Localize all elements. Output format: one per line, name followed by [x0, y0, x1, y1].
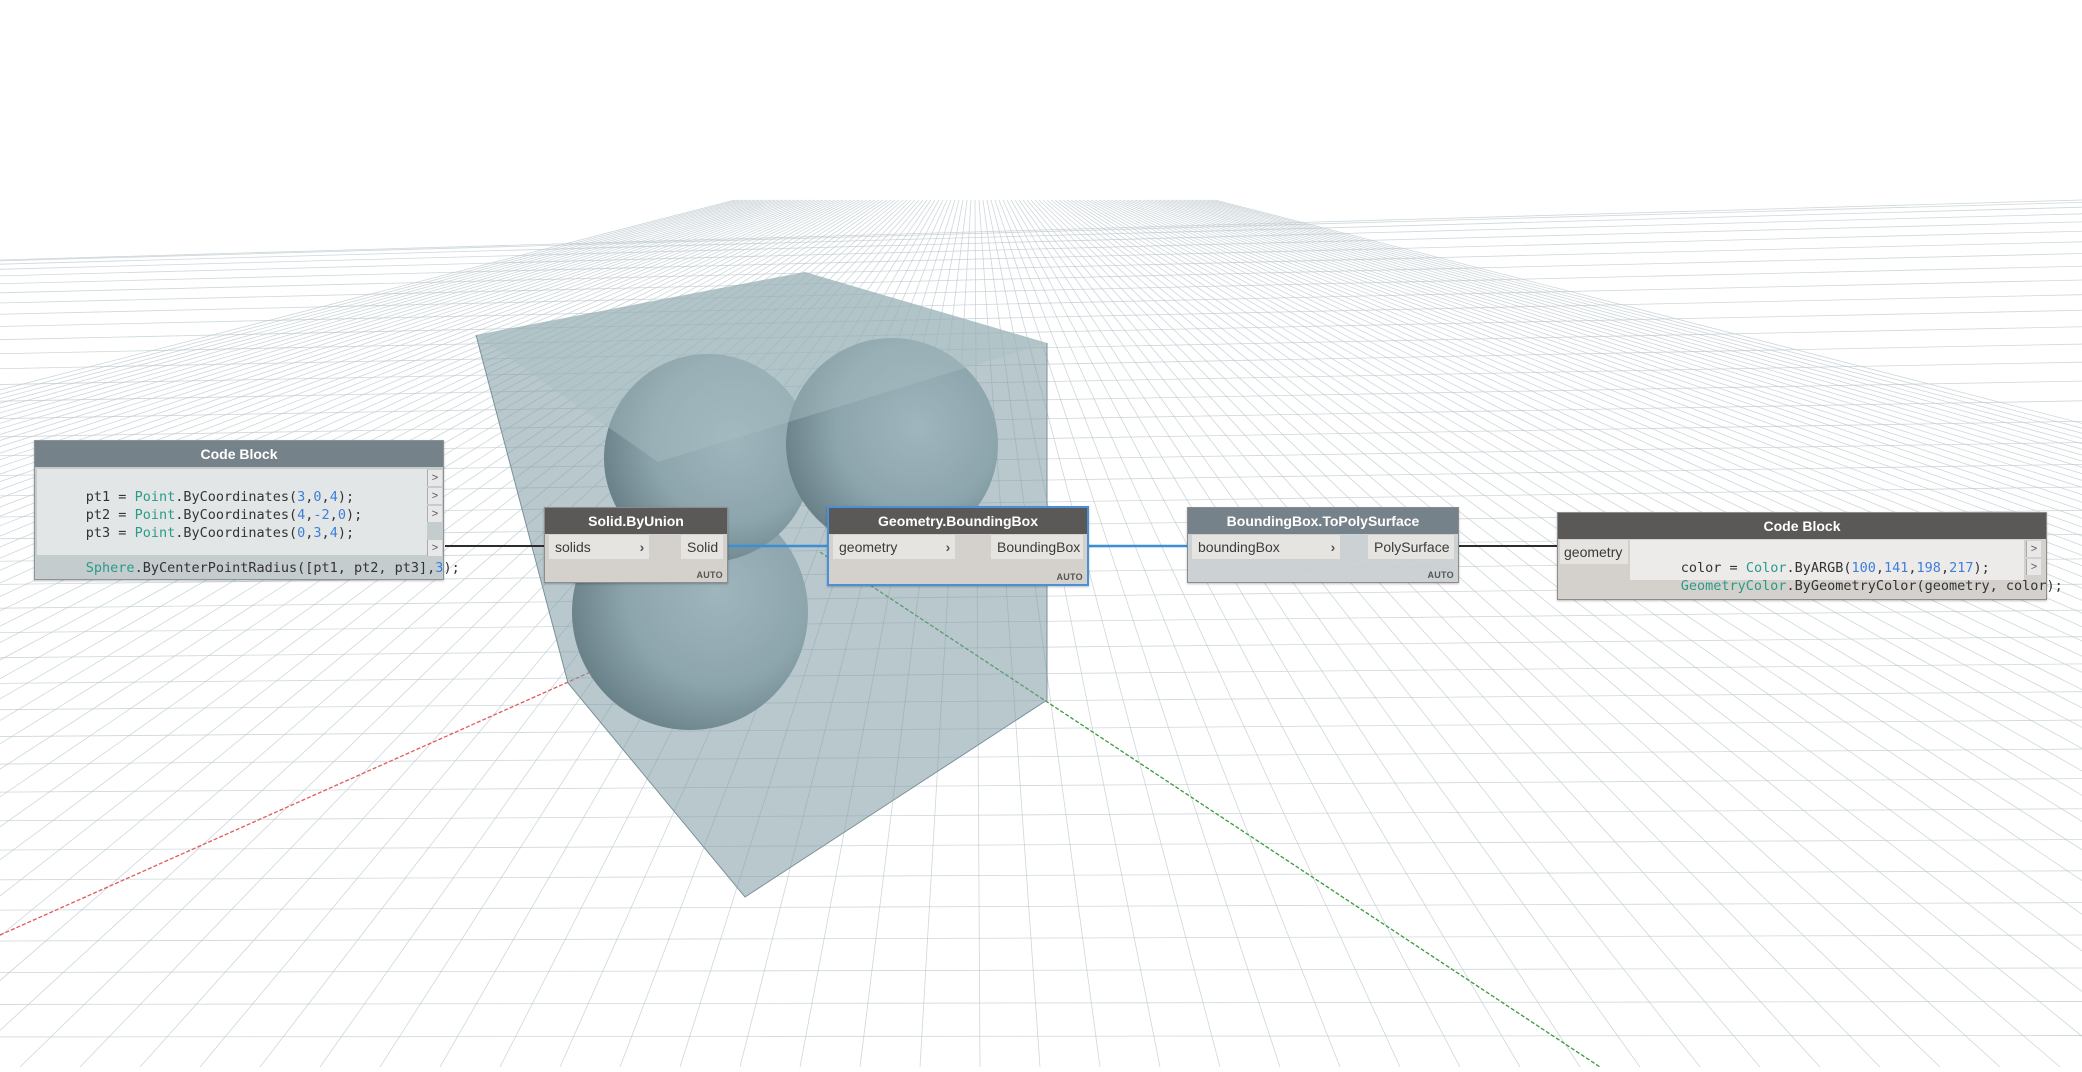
code-class: Sphere — [85, 560, 135, 576]
grid-line — [0, 230, 2082, 285]
code-num: 0 — [297, 525, 306, 541]
code-text: ); — [337, 525, 355, 541]
code-text: pt3 = — [85, 525, 135, 541]
chevron-right-icon: › — [945, 539, 951, 555]
chevron-right-icon: › — [1330, 539, 1336, 555]
grid-line — [0, 1001, 2082, 1005]
grid-line — [0, 967, 2082, 973]
lacing-label[interactable]: AUTO — [1056, 572, 1083, 582]
bbox-to-polysurface-node[interactable]: BoundingBox.ToPolySurface boundingBox › … — [1187, 507, 1459, 583]
output-arrow-icon[interactable]: > — [427, 488, 442, 504]
input-port-geometry[interactable]: geometry › — [833, 535, 955, 559]
grid-line — [1126, 199, 2082, 589]
input-port-solids[interactable]: solids › — [549, 535, 649, 559]
code-num: 4 — [329, 525, 338, 541]
port-label: boundingBox — [1198, 539, 1280, 555]
node-title[interactable]: Code Block — [1558, 513, 2046, 539]
code-text: ); — [443, 560, 460, 576]
output-arrow-icon[interactable]: > — [427, 506, 442, 522]
code-num: 3 — [313, 525, 322, 541]
lacing-label[interactable]: AUTO — [1427, 570, 1454, 580]
output-port-boundingbox[interactable]: BoundingBox — [991, 535, 1083, 559]
output-port-solid[interactable]: Solid — [681, 535, 723, 559]
output-arrow-icon[interactable]: > — [2026, 541, 2041, 557]
grid-line — [0, 748, 2082, 765]
node-title[interactable]: Geometry.BoundingBox — [829, 508, 1087, 534]
code-block-node-2[interactable]: Code Block geometry color = Color.ByARGB… — [1557, 512, 2063, 600]
solid-by-union-node[interactable]: Solid.ByUnion solids › Solid AUTO — [544, 507, 728, 583]
geometry-bounding-box-node[interactable]: Geometry.BoundingBox geometry › Bounding… — [827, 506, 1089, 586]
code-line: pt2 = Point.ByCoordinates(4,-2,0); — [85, 507, 363, 523]
port-label: geometry — [839, 539, 898, 555]
code-text: .ByCoordinates( — [175, 525, 298, 541]
output-arrow-icon[interactable]: > — [427, 540, 442, 556]
grid-line — [0, 206, 2082, 265]
code-class: GeometryColor — [1680, 578, 1787, 594]
node-title[interactable]: BoundingBox.ToPolySurface — [1188, 508, 1458, 534]
input-port-geometry[interactable]: geometry — [1560, 540, 1628, 564]
code-line: pt1 = Point.ByCoordinates(3,0,4); — [85, 489, 355, 505]
port-label: solids — [555, 539, 591, 555]
grid-line — [0, 279, 2082, 327]
code-editor[interactable]: color = Color.ByARGB(100,141,198,217); G… — [1630, 540, 2063, 594]
lacing-label[interactable]: AUTO — [696, 570, 723, 580]
input-port-boundingbox[interactable]: boundingBox › — [1192, 535, 1340, 559]
chevron-right-icon: › — [639, 539, 645, 555]
code-class: Point — [134, 525, 176, 541]
output-arrow-icon[interactable]: > — [2026, 559, 2041, 575]
node-title[interactable]: Solid.ByUnion — [545, 508, 727, 534]
grid-line — [0, 1035, 2082, 1038]
code-text: .ByCenterPointRadius([pt1, pt2, pt3], — [134, 560, 436, 576]
output-arrow-icon[interactable]: > — [427, 470, 442, 486]
grid-line — [0, 839, 2082, 851]
grid-line — [0, 778, 2082, 793]
grid-line — [0, 241, 2082, 294]
code-line: pt3 = Point.ByCoordinates(0,3,4); — [85, 525, 355, 541]
code-text: .ByGeometryColor(geometry, color); — [1786, 578, 2063, 594]
code-line: GeometryColor.ByGeometryColor(geometry, … — [1632, 559, 2063, 594]
code-line: color = Color.ByARGB(100,141,198,217); — [1680, 560, 1990, 576]
x-axis-line — [0, 649, 641, 936]
output-port-polysurface[interactable]: PolySurface — [1368, 535, 1454, 559]
grid-line — [0, 902, 2082, 911]
grid-line — [0, 719, 2082, 737]
code-line: Sphere.ByCenterPointRadius([pt1, pt2, pt… — [37, 541, 460, 576]
code-block-node-1[interactable]: Code Block pt1 = Point.ByCoordinates(3,0… — [34, 440, 460, 580]
grid-line — [0, 934, 2082, 942]
code-editor[interactable]: pt1 = Point.ByCoordinates(3,0,4); pt2 = … — [37, 469, 460, 576]
node-title[interactable]: Code Block — [35, 441, 443, 467]
